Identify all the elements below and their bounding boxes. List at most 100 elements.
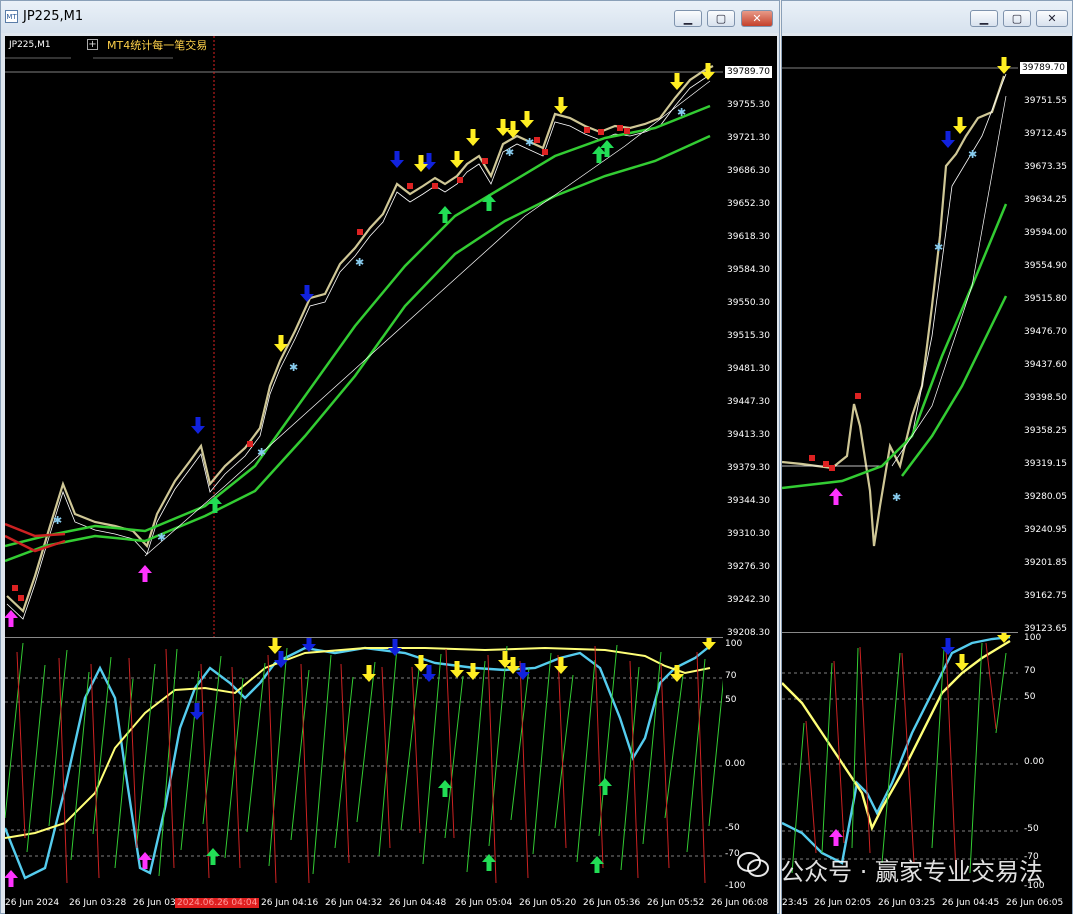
star-marker-second: ✱ bbox=[892, 491, 901, 504]
cyan-oscillator bbox=[5, 645, 711, 880]
red-marker bbox=[247, 441, 253, 447]
close-button[interactable]: ✕ bbox=[741, 10, 773, 27]
current-price-box: 39789.70 bbox=[725, 66, 772, 78]
price-tick-label: 39447.30 bbox=[727, 397, 770, 407]
time-tick-label: 26 Jun 03:25 bbox=[878, 898, 936, 908]
price-tick-label: 39344.30 bbox=[727, 496, 770, 506]
green-spike-line bbox=[5, 642, 723, 877]
price-tick-label: 39755.30 bbox=[727, 100, 770, 110]
star-marker: ✱ bbox=[157, 531, 166, 544]
red-spike-line bbox=[16, 645, 706, 884]
wechat-icon bbox=[737, 852, 770, 877]
red-marker bbox=[534, 137, 540, 143]
price-chart[interactable]: JP225,M1 + MT4统计每一笔交易 ✱ ✱ ✱ ✱ ✱ ✱ ✱ ✱ bbox=[5, 36, 723, 637]
time-tick-label: 26 Jun 05:20 bbox=[519, 898, 577, 908]
star-marker: ✱ bbox=[525, 136, 534, 149]
maximize-button[interactable]: ▢ bbox=[707, 10, 735, 27]
sell-arrow-second bbox=[941, 131, 955, 148]
osc-sell-arrow bbox=[450, 661, 464, 678]
time-tick-label: 26 Jun 05:52 bbox=[647, 898, 705, 908]
star-marker: ✱ bbox=[355, 256, 364, 269]
fast-ma-second bbox=[782, 73, 1007, 467]
price-tick-label: 39554.90 bbox=[1024, 261, 1067, 271]
osc-tick-label: 50 bbox=[1024, 692, 1036, 702]
red-marker bbox=[407, 183, 413, 189]
price-tick-label: 39242.30 bbox=[727, 595, 770, 605]
red-marker-second bbox=[809, 455, 815, 461]
red-marker bbox=[357, 229, 363, 235]
current-price-box-second: 39789.70 bbox=[1020, 62, 1067, 74]
price-tick-label: 39437.60 bbox=[1024, 360, 1067, 370]
chart-window-main[interactable]: MT JP225,M1 ▁ ▢ ✕ JP225,M1 + MT4统计每一笔交易 … bbox=[0, 0, 780, 914]
price-tick-label: 39481.30 bbox=[727, 364, 770, 374]
osc-tick-label: 70 bbox=[725, 671, 737, 681]
osc-tick-label: 0.00 bbox=[1024, 757, 1045, 767]
price-tick-label: 39240.95 bbox=[1024, 525, 1067, 535]
time-tick-label: 26 Jun 04:48 bbox=[389, 898, 447, 908]
star-marker: ✱ bbox=[53, 514, 62, 527]
yellow-oscillator-second bbox=[782, 639, 1011, 832]
price-tick-label: 39280.05 bbox=[1024, 492, 1067, 502]
price-tick-label: 39721.30 bbox=[727, 133, 770, 143]
red-marker-second bbox=[823, 461, 829, 467]
time-tick-label: 26 Jun 03:28 bbox=[69, 898, 127, 908]
title-bar-second[interactable]: ▁ ▢ ✕ bbox=[782, 1, 1072, 33]
osc-tick-label: -50 bbox=[725, 823, 740, 833]
osc-buy-arrow-second bbox=[829, 829, 843, 846]
red-marker bbox=[457, 177, 463, 183]
price-plot: ✱ ✱ ✱ ✱ ✱ ✱ ✱ ✱ bbox=[5, 36, 723, 637]
window-title: JP225,M1 bbox=[23, 9, 84, 24]
osc-buy-arrow bbox=[482, 854, 496, 871]
osc-sell-arrow bbox=[702, 638, 716, 650]
red-marker bbox=[584, 127, 590, 133]
osc-buy-arrow bbox=[5, 870, 18, 887]
star-marker: ✱ bbox=[677, 106, 686, 119]
price-tick-label: 39319.15 bbox=[1024, 459, 1067, 469]
minimize-button-second[interactable]: ▁ bbox=[970, 10, 998, 27]
minimize-button[interactable]: ▁ bbox=[674, 10, 702, 27]
time-tick-label: 26 Jun 05:04 bbox=[455, 898, 513, 908]
oscillator-panel[interactable] bbox=[5, 637, 723, 897]
price-scale-second[interactable]: 39789.70 39751.55 39712.45 39673.35 39634.2… bbox=[1018, 36, 1072, 634]
time-axis: 26 Jun 2024 26 Jun 03:28 26 Jun 03 2024.06.… bbox=[5, 896, 777, 914]
sell-arrow bbox=[670, 73, 684, 90]
osc-tick-label: -100 bbox=[725, 881, 746, 891]
time-tick-label: 26 Jun 05:36 bbox=[583, 898, 641, 908]
ma-green-1 bbox=[5, 104, 711, 548]
buy-arrow bbox=[138, 565, 152, 582]
star-marker: ✱ bbox=[257, 446, 266, 459]
price-tick-label: 39634.25 bbox=[1024, 195, 1067, 205]
buy-arrow bbox=[482, 194, 496, 211]
osc-tick-label: 50 bbox=[725, 695, 737, 705]
red-marker bbox=[542, 149, 548, 155]
price-tick-label: 39618.30 bbox=[727, 232, 770, 242]
watermark: 公众号 · 赢家专业交易法 bbox=[737, 852, 1043, 887]
osc-tick-label: 0.00 bbox=[725, 759, 746, 769]
chart-window-icon: MT bbox=[5, 10, 18, 23]
price-tick-label: 39751.55 bbox=[1024, 96, 1067, 106]
red-marker-second bbox=[829, 465, 835, 471]
close-button-second[interactable]: ✕ bbox=[1036, 10, 1068, 27]
price-tick-label: 39550.30 bbox=[727, 298, 770, 308]
price-tick-label: 39398.50 bbox=[1024, 393, 1067, 403]
price-tick-label: 39310.30 bbox=[727, 529, 770, 539]
maximize-button-second[interactable]: ▢ bbox=[1003, 10, 1031, 27]
star-marker: ✱ bbox=[505, 146, 514, 159]
trend-line-second bbox=[891, 95, 1007, 467]
time-tick-label: 26 Jun 04:45 bbox=[942, 898, 1000, 908]
red-marker bbox=[598, 129, 604, 135]
chart-window-second[interactable]: ▁ ▢ ✕ ✱ ✱ ✱ 39789.70 39751.55 39712.45 39673… bbox=[781, 0, 1073, 914]
price-tick-label: 39712.45 bbox=[1024, 129, 1067, 139]
time-tick-label: 26 Jun 06:08 bbox=[711, 898, 769, 908]
time-axis-second: 23:45 26 Jun 02:05 26 Jun 03:25 26 Jun 04:4… bbox=[782, 896, 1072, 914]
sell-arrow bbox=[450, 151, 464, 168]
title-bar[interactable]: MT JP225,M1 ▁ ▢ ✕ bbox=[1, 1, 779, 33]
red-marker bbox=[432, 183, 438, 189]
cyan-oscillator-second bbox=[782, 635, 1011, 865]
buy-arrow-second bbox=[829, 488, 843, 505]
price-scale[interactable]: 39789.70 39755.30 39721.30 39686.30 39652.3… bbox=[723, 36, 777, 638]
price-chart-second[interactable]: ✱ ✱ ✱ bbox=[782, 36, 1018, 632]
osc-tick-label: 100 bbox=[725, 639, 743, 649]
star-marker-second: ✱ bbox=[968, 148, 977, 161]
price-tick-label: 39515.80 bbox=[1024, 294, 1067, 304]
